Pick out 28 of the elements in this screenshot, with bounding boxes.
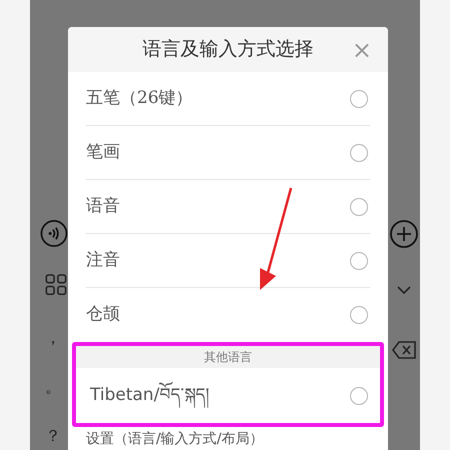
option-label: 五笔（26键） xyxy=(86,86,193,110)
key[interactable]: ， xyxy=(41,323,65,352)
plus-icon[interactable] xyxy=(389,219,419,249)
radio-button[interactable] xyxy=(350,198,368,216)
key[interactable]: 。 xyxy=(41,372,65,402)
key[interactable]: ？ xyxy=(41,421,65,450)
option-row[interactable]: Tibetan/བོད་སྐད། xyxy=(76,368,380,423)
section-title: 其他语言 xyxy=(204,349,252,366)
speaker-icon[interactable] xyxy=(39,219,69,248)
chevron-down-icon[interactable] xyxy=(396,285,412,295)
radio-button[interactable] xyxy=(350,144,368,162)
backspace-icon[interactable] xyxy=(392,341,416,359)
option-label: 语音 xyxy=(86,194,120,218)
radio-button[interactable] xyxy=(350,386,368,404)
option-row[interactable]: 仓颉 xyxy=(86,288,370,342)
settings-link[interactable]: 设置（语言/输入方式/布局） xyxy=(86,428,264,450)
dialog-title: 语言及输入方式选择 xyxy=(142,37,314,62)
option-row[interactable]: 笔画 xyxy=(86,126,370,180)
radio-button[interactable] xyxy=(350,252,368,270)
option-label: Tibetan/བོད་སྐད། xyxy=(90,382,210,408)
option-row[interactable]: 五笔（26键） xyxy=(86,72,370,126)
option-label: 笔画 xyxy=(86,140,120,164)
grid-icon[interactable] xyxy=(45,274,67,296)
option-label: 注音 xyxy=(86,248,120,272)
radio-button[interactable] xyxy=(350,306,368,324)
option-row[interactable]: 语音 xyxy=(86,180,370,234)
option-label: 仓颉 xyxy=(86,303,120,326)
radio-button[interactable] xyxy=(350,90,368,108)
